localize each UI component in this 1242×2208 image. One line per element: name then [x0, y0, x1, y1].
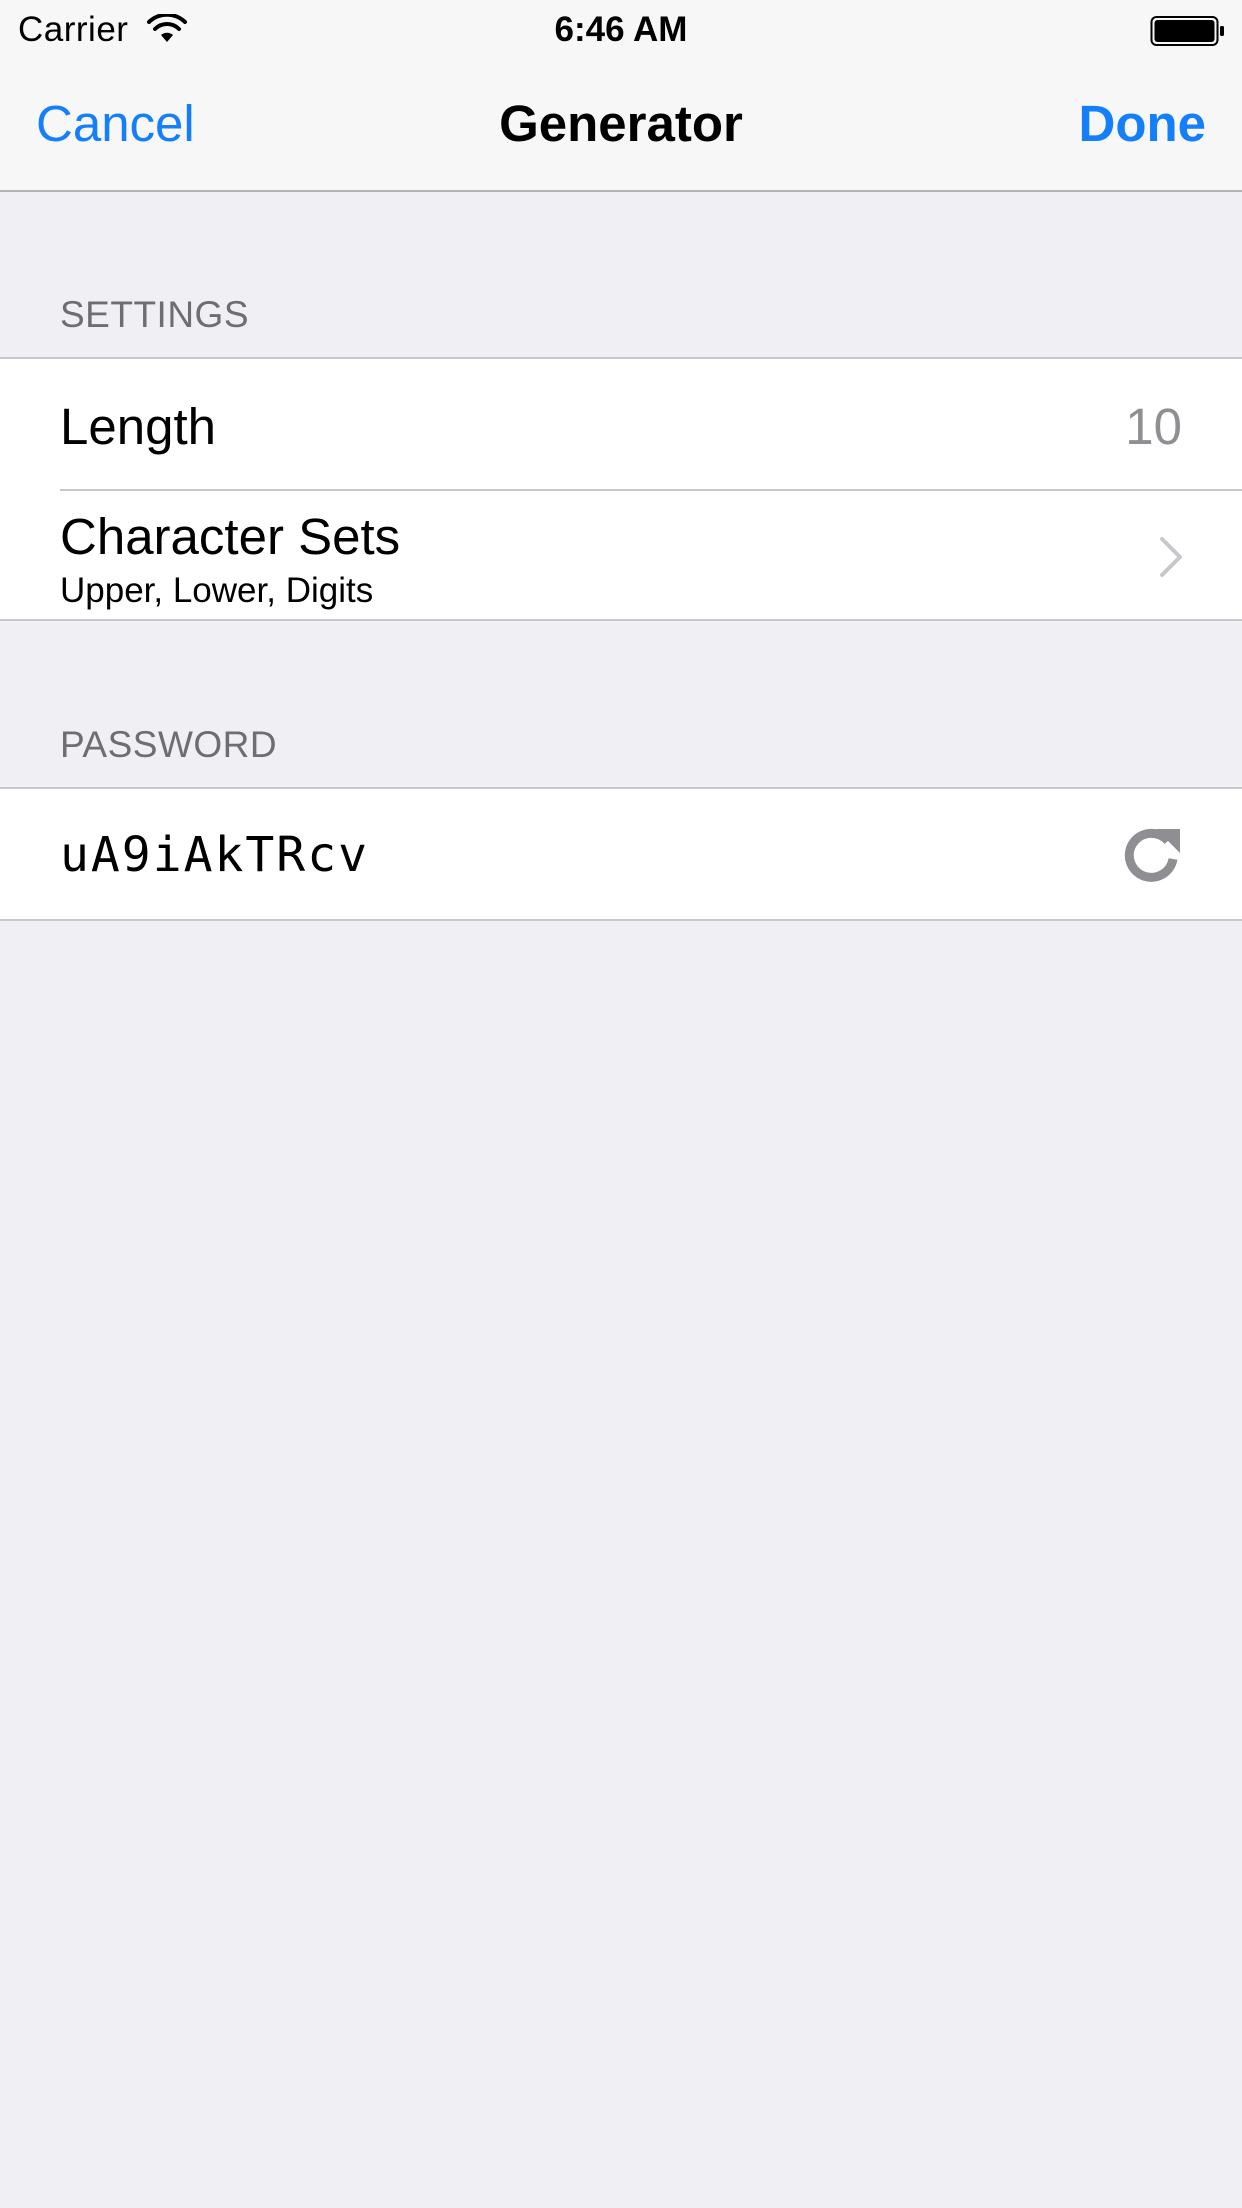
generator-screen: Carrier 6:46 AM Cancel Generator Done SE…	[0, 0, 1242, 2208]
navigation-bar: Cancel Generator Done	[0, 60, 1242, 190]
top-bar: Carrier 6:46 AM Cancel Generator Done	[0, 0, 1242, 192]
page-title: Generator	[499, 95, 743, 152]
character-sets-label: Character Sets	[60, 508, 401, 565]
password-group: uA9iAkTRcv	[0, 787, 1242, 921]
settings-section-header: SETTINGS	[60, 294, 250, 335]
settings-group: Length 10 Character Sets Upper, Lower, D…	[0, 357, 1242, 621]
refresh-icon[interactable]	[1118, 823, 1184, 889]
chevron-right-icon	[1160, 537, 1182, 577]
length-value: 10	[1125, 398, 1182, 455]
battery-icon	[1150, 16, 1224, 46]
done-button[interactable]: Done	[1079, 98, 1207, 149]
generated-password: uA9iAkTRcv	[60, 827, 369, 883]
status-bar: Carrier 6:46 AM	[0, 0, 1242, 60]
length-label: Length	[60, 398, 216, 455]
length-cell[interactable]: Length 10	[0, 359, 1242, 491]
status-time: 6:46 AM	[554, 10, 688, 49]
character-sets-cell[interactable]: Character Sets Upper, Lower, Digits	[0, 491, 1242, 621]
password-section-header: PASSWORD	[60, 724, 278, 765]
password-cell[interactable]: uA9iAkTRcv	[0, 789, 1242, 919]
character-sets-subtitle: Upper, Lower, Digits	[60, 571, 374, 610]
